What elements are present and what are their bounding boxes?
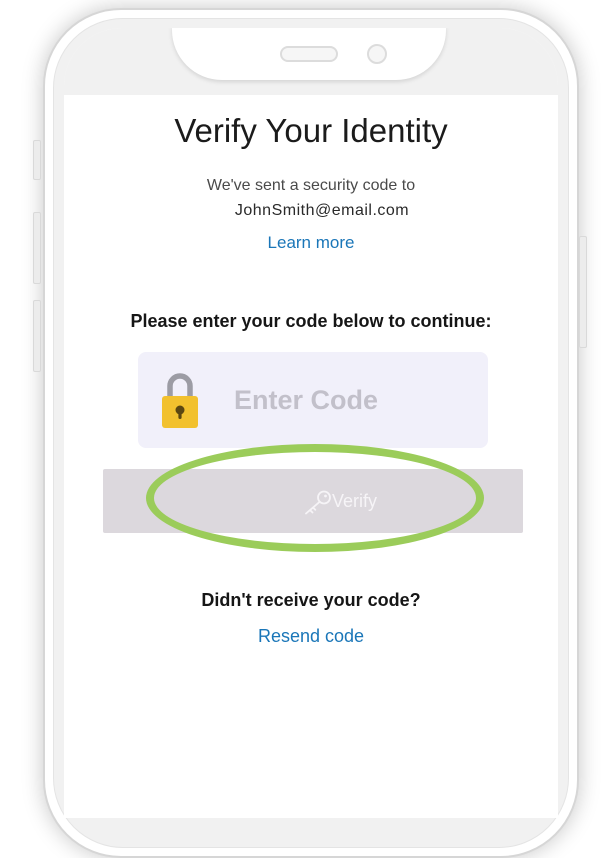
- learn-more-link[interactable]: Learn more: [64, 233, 558, 253]
- verify-button-label: Verify: [332, 491, 378, 511]
- front-camera: [367, 44, 387, 64]
- volume-up-button: [33, 212, 41, 284]
- verify-button[interactable]: Verify: [103, 469, 523, 533]
- instruction-text: Please enter your code below to continue…: [130, 311, 492, 331]
- mute-switch: [33, 140, 41, 180]
- phone-screen: Verify Your Identity We've sent a securi…: [64, 28, 558, 818]
- speaker-grille: [280, 46, 338, 62]
- key-icon: [305, 490, 331, 515]
- email-address: JohnSmith@email.com: [234, 202, 410, 219]
- page-title: Verify Your Identity: [174, 112, 448, 149]
- lock-icon: [162, 373, 198, 428]
- resend-code-link[interactable]: Resend code: [64, 626, 558, 647]
- code-input[interactable]: [234, 378, 464, 422]
- code-input-box[interactable]: [138, 352, 488, 448]
- didnt-receive-text: Didn't receive your code?: [201, 590, 421, 610]
- power-button: [579, 236, 587, 348]
- volume-down-button: [33, 300, 41, 372]
- sent-message: We've sent a security code to: [206, 177, 416, 194]
